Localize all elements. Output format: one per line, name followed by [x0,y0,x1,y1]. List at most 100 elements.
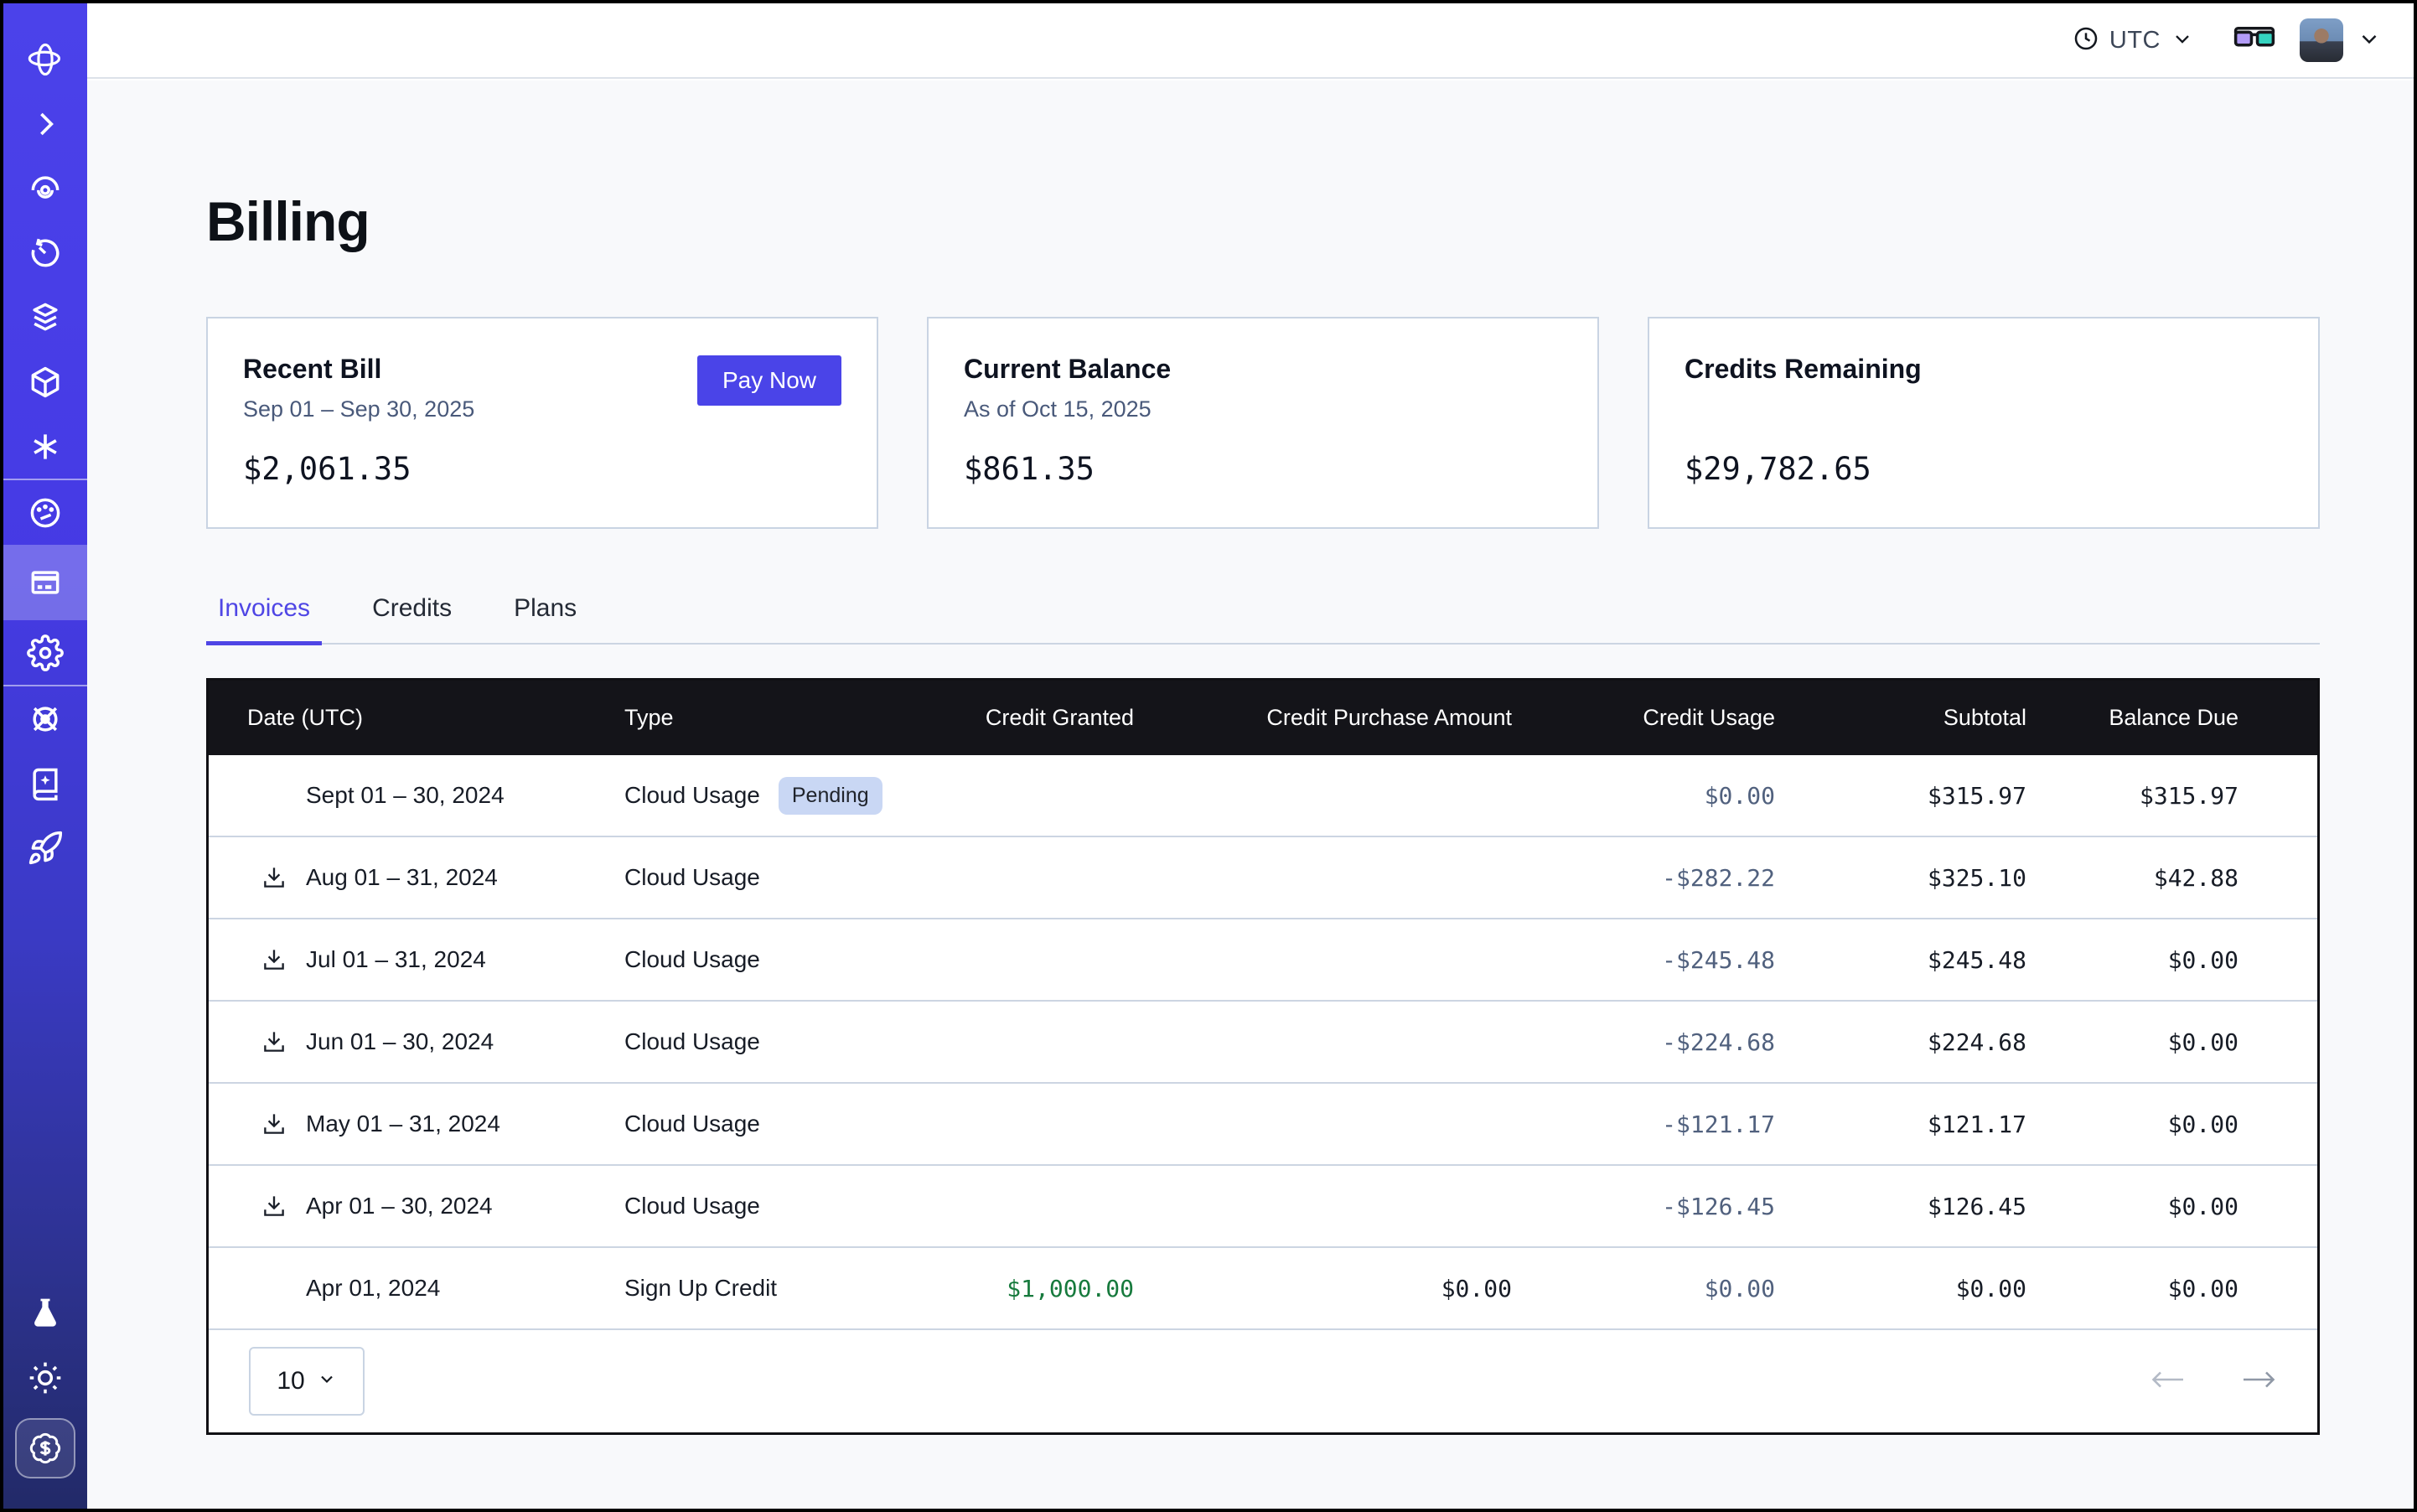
app-window: UTC Billing Recent Bill Sep 01 – Sep 30,… [0,0,2417,1512]
download-invoice-icon[interactable] [256,1023,292,1060]
credits-remaining-amount: $29,782.65 [1685,451,2283,487]
table-row: Jul 01 – 31, 2024 Cloud Usage -$245.48 $… [209,919,2317,1001]
balance-as-of: As of Oct 15, 2025 [964,396,1562,424]
sidebar-item-billing[interactable] [3,545,87,620]
recent-bill-card: Recent Bill Sep 01 – Sep 30, 2025 $2,061… [206,317,878,529]
subtotal-value: $224.68 [1775,1001,2026,1083]
sidebar-item-containers[interactable] [3,350,87,414]
balance-due-value: $0.00 [2026,1083,2317,1165]
helm-icon [27,701,64,738]
invoice-type: Sign Up Credit [624,1275,777,1302]
credit-granted-value [901,1083,1134,1165]
credit-card-icon [27,564,64,601]
3d-glasses-icon[interactable] [2233,24,2276,56]
dollar-badge-icon [15,1418,75,1478]
sidebar-item-expand[interactable] [3,91,87,156]
invoice-type: Cloud Usage [624,864,760,891]
clock-icon [2073,25,2099,56]
current-balance-amount: $861.35 [964,451,1562,487]
sidebar-item-support[interactable] [3,686,87,751]
col-credit-granted: Credit Granted [901,681,1134,755]
download-invoice-icon[interactable] [256,1188,292,1225]
chevron-down-icon [317,1367,337,1395]
card-sub-spacer [1685,396,2283,424]
col-subtotal: Subtotal [1775,681,2026,755]
table-header-row: Date (UTC) Type Credit Granted Credit Pu… [209,681,2317,755]
sidebar-item-onboarding[interactable] [3,816,87,880]
pay-now-button[interactable]: Pay Now [697,355,841,406]
invoices-table: Date (UTC) Type Credit Granted Credit Pu… [206,678,2320,1435]
invoice-type: Cloud Usage [624,1193,760,1219]
invoice-date: Apr 01, 2024 [306,1275,440,1302]
main-content: Billing Recent Bill Sep 01 – Sep 30, 202… [87,80,2414,1509]
tab-credits[interactable]: Credits [360,594,463,643]
col-balance-due: Balance Due [2026,681,2317,755]
balance-due-value: $0.00 [2026,1165,2317,1247]
credit-granted-value: $1,000.00 [901,1247,1134,1329]
previous-page-button[interactable] [2150,1369,2187,1395]
balance-due-value: $0.00 [2026,1247,2317,1329]
sidebar-item-credits[interactable] [3,1410,87,1487]
credit-granted-value [901,1001,1134,1083]
logo-icon [27,41,64,78]
chevron-down-icon[interactable] [2357,26,2382,55]
sidebar-item-observability[interactable] [3,156,87,220]
download-invoice-icon[interactable] [256,859,292,896]
current-balance-card: Current Balance As of Oct 15, 2025 $861.… [927,317,1599,529]
invoice-date: Aug 01 – 31, 2024 [306,864,498,891]
invoice-type: Cloud Usage [624,946,760,973]
sidebar-item-schedules[interactable] [3,220,87,285]
credit-granted-value [901,1165,1134,1247]
credit-purchase-value [1134,836,1512,919]
table-row: Sept 01 – 30, 2024 Cloud UsagePending $0… [209,755,2317,836]
table-pagination: 10 [209,1330,2317,1432]
page-size-select[interactable]: 10 [249,1347,365,1416]
asterisk-icon [27,428,64,465]
user-avatar[interactable] [2300,18,2343,62]
timezone-label: UTC [2109,27,2161,54]
table-row: Apr 01, 2024 Sign Up Credit $1,000.00 $0… [209,1247,2317,1329]
sidebar-item-theme[interactable] [3,1345,87,1410]
credit-usage-value: -$282.22 [1512,836,1775,919]
rocket-icon [27,830,64,867]
topbar: UTC [87,3,2414,79]
invoice-type: Cloud Usage [624,1111,760,1137]
table-row: Apr 01 – 30, 2024 Cloud Usage -$126.45 $… [209,1165,2317,1247]
credit-purchase-value [1134,1001,1512,1083]
invoice-type: Cloud Usage [624,1028,760,1055]
flask-icon [27,1295,64,1332]
chevron-down-icon [2171,27,2194,54]
table-row: May 01 – 31, 2024 Cloud Usage -$121.17 $… [209,1083,2317,1165]
credit-granted-value [901,836,1134,919]
sidebar-item-docs[interactable] [3,751,87,816]
pending-badge: Pending [779,777,882,815]
credits-remaining-card: Credits Remaining $29,782.65 [1648,317,2320,529]
page-size-value: 10 [277,1367,304,1395]
credit-usage-value: -$245.48 [1512,919,1775,1001]
download-invoice-icon[interactable] [256,941,292,978]
col-type: Type [624,681,901,755]
balance-due-value: $42.88 [2026,836,2317,919]
tab-plans[interactable]: Plans [502,594,588,643]
timezone-selector[interactable]: UTC [2073,25,2194,56]
invoice-type: Cloud Usage [624,782,760,809]
download-invoice-icon[interactable] [256,1106,292,1142]
sidebar-item-secrets[interactable] [3,414,87,479]
gauge-icon [27,495,64,531]
sidebar-item-experiments[interactable] [3,1281,87,1345]
layers-icon [27,299,64,336]
sidebar-item-settings[interactable] [3,620,87,685]
invoice-date: Jun 01 – 30, 2024 [306,1028,494,1055]
subtotal-value: $325.10 [1775,836,2026,919]
recent-bill-amount: $2,061.35 [243,451,841,487]
next-page-button[interactable] [2240,1369,2277,1395]
sidebar-item-usage[interactable] [3,480,87,545]
credit-usage-value: -$224.68 [1512,1001,1775,1083]
sidebar-item-layers[interactable] [3,285,87,350]
credit-granted-value [901,755,1134,836]
chevron-right-icon [27,106,64,142]
tab-invoices[interactable]: Invoices [206,594,322,643]
invoice-date: May 01 – 31, 2024 [306,1111,500,1137]
credit-purchase-value [1134,1083,1512,1165]
sidebar-item-home[interactable] [3,27,87,91]
